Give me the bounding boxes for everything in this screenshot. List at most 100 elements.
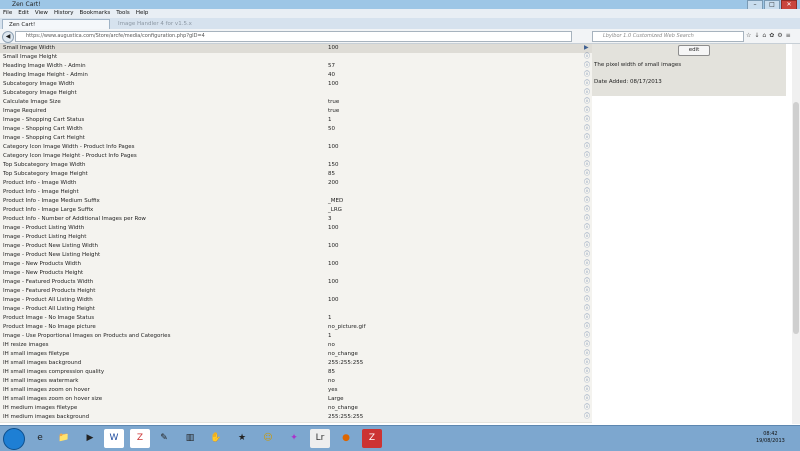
settings-icon[interactable]: ⚙ (777, 32, 782, 39)
info-icon[interactable]: ⓘ (584, 323, 591, 330)
setting-value: Large (328, 396, 344, 402)
info-icon[interactable]: ⓘ (584, 134, 591, 141)
hand-icon[interactable]: ✋ (206, 429, 226, 448)
paint-icon[interactable]: ✦ (284, 429, 304, 448)
info-icon[interactable]: ⓘ (584, 188, 591, 195)
tab-zen-cart[interactable]: Zen Cart! (2, 19, 110, 29)
info-icon[interactable]: ⓘ (584, 386, 591, 393)
info-icon[interactable]: ⓘ (584, 125, 591, 132)
menu-icon[interactable]: ≡ (786, 32, 791, 39)
setting-value: no_picture.gif (328, 324, 366, 330)
info-icon[interactable]: ⓘ (584, 260, 591, 267)
info-icon[interactable]: ⓘ (584, 377, 591, 384)
tab-image-handler[interactable]: Image Handler 4 for v1.5.x (112, 19, 217, 29)
setting-title: Category Icon Image Height - Product Inf… (3, 153, 137, 159)
info-icon[interactable]: ⓘ (584, 359, 591, 366)
setting-value: 100 (328, 279, 339, 285)
info-icon[interactable]: ⓘ (584, 251, 591, 258)
setting-value: 100 (328, 225, 339, 231)
clock-time: 08:42 (763, 431, 778, 437)
start-button[interactable] (3, 428, 25, 450)
search-placeholder: Lbylbor 1.0 Customized Web Search (603, 33, 694, 39)
menu-file[interactable]: File (3, 9, 12, 18)
info-icon[interactable]: ⓘ (584, 152, 591, 159)
address-bar[interactable]: https://www.augustica.com/Store/arcfe/me… (15, 31, 572, 42)
setting-value: 40 (328, 72, 335, 78)
info-icon[interactable]: ⓘ (584, 116, 591, 123)
setting-title: Small Image Width (3, 45, 55, 51)
notepad-icon[interactable]: ✎ (154, 429, 174, 448)
setting-title: Product Image - No Image picture (3, 324, 96, 330)
info-icon[interactable]: ⓘ (584, 71, 591, 78)
info-icon[interactable]: ⓘ (584, 107, 591, 114)
menu-bookmarks[interactable]: Bookmarks (80, 9, 111, 18)
menu-tools[interactable]: Tools (116, 9, 130, 18)
folder-icon[interactable]: 📁 (54, 429, 74, 448)
menu-help[interactable]: Help (136, 9, 149, 18)
info-icon[interactable]: ⓘ (584, 269, 591, 276)
info-icon[interactable]: ⓘ (584, 242, 591, 249)
info-icon[interactable]: ⓘ (584, 215, 591, 222)
setting-title: Image Required (3, 108, 47, 114)
info-icon[interactable]: ⓘ (584, 53, 591, 60)
clock-date: 19/08/2013 (756, 438, 785, 444)
info-icon[interactable]: ⓘ (584, 197, 591, 204)
vertical-scrollbar[interactable] (792, 44, 800, 424)
search-input[interactable]: Lbylbor 1.0 Customized Web Search (592, 31, 744, 42)
info-icon[interactable]: ⓘ (584, 314, 591, 321)
menu-history[interactable]: History (54, 9, 74, 18)
info-icon[interactable]: ⓘ (584, 368, 591, 375)
addon-icon[interactable]: ✿ (769, 32, 774, 39)
info-icon[interactable]: ⓘ (584, 350, 591, 357)
home-icon[interactable]: ⌂ (762, 32, 766, 39)
bookmark-star-icon[interactable]: ☆ (746, 32, 751, 39)
menu-view[interactable]: View (35, 9, 48, 18)
ie-icon[interactable]: e (30, 429, 50, 448)
star-doc-icon[interactable]: ★ (232, 429, 252, 448)
setting-title: Image - Shopping Cart Width (3, 126, 83, 132)
info-icon[interactable]: ⓘ (584, 80, 591, 87)
info-icon[interactable]: ⓘ (584, 332, 591, 339)
navigation-bar: ◀ https://www.augustica.com/Store/arcfe/… (0, 29, 800, 44)
info-icon[interactable]: ⓘ (584, 404, 591, 411)
setting-title: Image - Shopping Cart Height (3, 135, 85, 141)
info-icon[interactable]: ⓘ (584, 413, 591, 420)
info-icon[interactable]: ⓘ (584, 224, 591, 231)
info-icon[interactable]: ⓘ (584, 170, 591, 177)
setting-title: Heading Image Width - Admin (3, 63, 86, 69)
filezilla-taskbar-icon[interactable]: Z (362, 429, 382, 448)
info-icon[interactable]: ⓘ (584, 62, 591, 69)
setting-title: IH small images background (3, 360, 82, 366)
setting-value: 85 (328, 171, 335, 177)
edit-button[interactable]: edit (678, 45, 710, 56)
setting-title: Image - Featured Products Width (3, 279, 94, 285)
info-icon[interactable]: ⓘ (584, 98, 591, 105)
filezilla-icon[interactable]: Z (130, 429, 150, 448)
firefox-icon[interactable]: ● (336, 429, 356, 448)
back-button[interactable]: ◀ (2, 31, 14, 43)
chart-icon[interactable]: ▥ (180, 429, 200, 448)
info-icon[interactable]: ⓘ (584, 341, 591, 348)
table-row[interactable]: IH medium images background 255:255:255 ⓘ (0, 413, 592, 423)
setting-value: 50 (328, 126, 335, 132)
menu-edit[interactable]: Edit (18, 9, 29, 18)
info-icon[interactable]: ⓘ (584, 278, 591, 285)
info-icon[interactable]: ⓘ (584, 305, 591, 312)
info-icon[interactable]: ⓘ (584, 143, 591, 150)
setting-title: Image - Product New Listing Height (3, 252, 101, 258)
info-icon[interactable]: ⓘ (584, 89, 591, 96)
media-player-icon[interactable]: ▶ (80, 429, 100, 448)
word-icon[interactable]: W (104, 429, 124, 448)
info-icon[interactable]: ⓘ (584, 161, 591, 168)
lr-icon[interactable]: Lr (310, 429, 330, 448)
info-icon[interactable]: ⓘ (584, 233, 591, 240)
info-icon[interactable]: ⓘ (584, 179, 591, 186)
selected-arrow-icon[interactable]: ▶ (584, 44, 591, 51)
info-icon[interactable]: ⓘ (584, 395, 591, 402)
info-icon[interactable]: ⓘ (584, 287, 591, 294)
info-icon[interactable]: ⓘ (584, 206, 591, 213)
smiley-icon[interactable]: ☺ (258, 429, 278, 448)
scrollbar-thumb[interactable] (793, 102, 799, 334)
downloads-icon[interactable]: ↓ (754, 32, 759, 39)
info-icon[interactable]: ⓘ (584, 296, 591, 303)
